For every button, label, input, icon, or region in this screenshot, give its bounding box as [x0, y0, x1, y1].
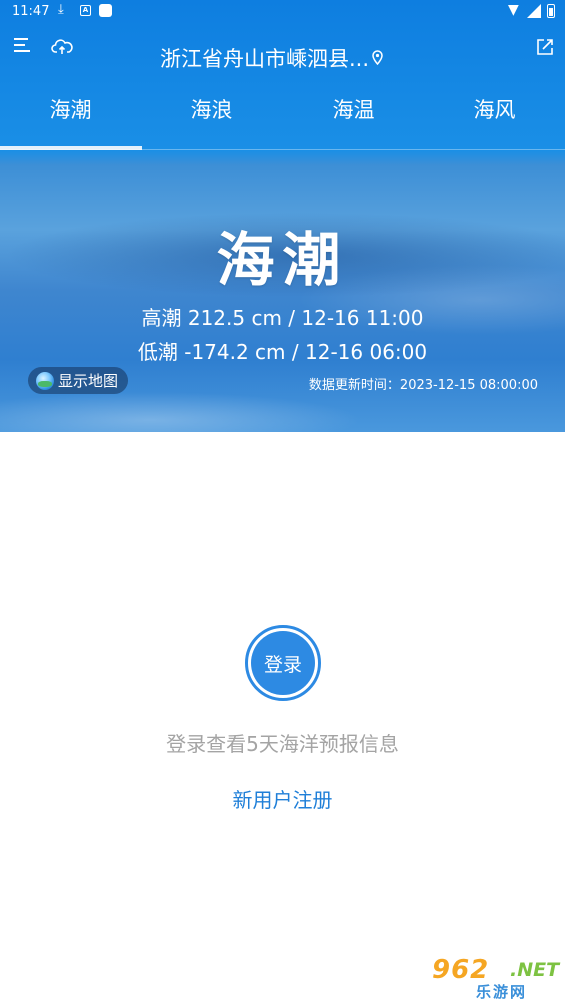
hero-title: 海潮 [216, 226, 349, 294]
update-time: 数据更新时间：2023-12-15 08:00:00 [308, 378, 538, 393]
hero-banner: 11:47 ⤓ A ▼ 浙江省舟山市嵊泗县... 海潮 海浪 海温 海风 海潮 … [0, 0, 565, 432]
app-notification-icon [99, 4, 112, 17]
location-pin-icon [372, 50, 383, 66]
share-icon[interactable] [535, 37, 555, 57]
download-icon: ⤓ [58, 2, 64, 17]
tab-wind[interactable]: 海风 [424, 88, 565, 150]
tab-tide[interactable]: 海潮 [0, 88, 142, 150]
signal-icon [527, 4, 541, 18]
globe-icon [36, 371, 54, 390]
tabs-divider [0, 149, 565, 150]
login-button-label: 登录 [251, 631, 315, 695]
wifi-icon: ▼ [508, 2, 519, 18]
high-tide-text: 高潮 212.5 cm / 12-16 11:00 [141, 306, 424, 330]
register-link[interactable]: 新用户注册 [0, 784, 565, 813]
watermark-logo: 962 .NET 乐游网 [426, 955, 561, 1001]
tab-waves[interactable]: 海浪 [141, 88, 282, 150]
watermark-cn: 乐游网 [476, 983, 528, 1001]
show-map-label: 显示地图 [58, 372, 119, 390]
tab-bar: 海潮 海浪 海温 海风 [0, 88, 565, 150]
location-text: 浙江省舟山市嵊泗县... [160, 47, 370, 71]
a-notification-icon: A [80, 5, 91, 16]
watermark-net: .NET [510, 959, 560, 981]
login-hint: 登录查看5天海洋预报信息 [166, 732, 399, 756]
tab-temperature[interactable]: 海温 [283, 88, 424, 150]
login-button[interactable]: 登录 [245, 625, 321, 701]
menu-icon[interactable] [14, 38, 34, 56]
status-time: 11:47 [12, 4, 50, 19]
low-tide-text: 低潮 -174.2 cm / 12-16 06:00 [137, 340, 428, 364]
status-bar: 11:47 ⤓ A ▼ [0, 0, 565, 24]
cloud-upload-icon[interactable] [51, 38, 73, 56]
location-title[interactable]: 浙江省舟山市嵊泗县... [160, 44, 384, 72]
battery-icon [547, 4, 555, 18]
show-map-button[interactable]: 显示地图 [28, 367, 129, 394]
